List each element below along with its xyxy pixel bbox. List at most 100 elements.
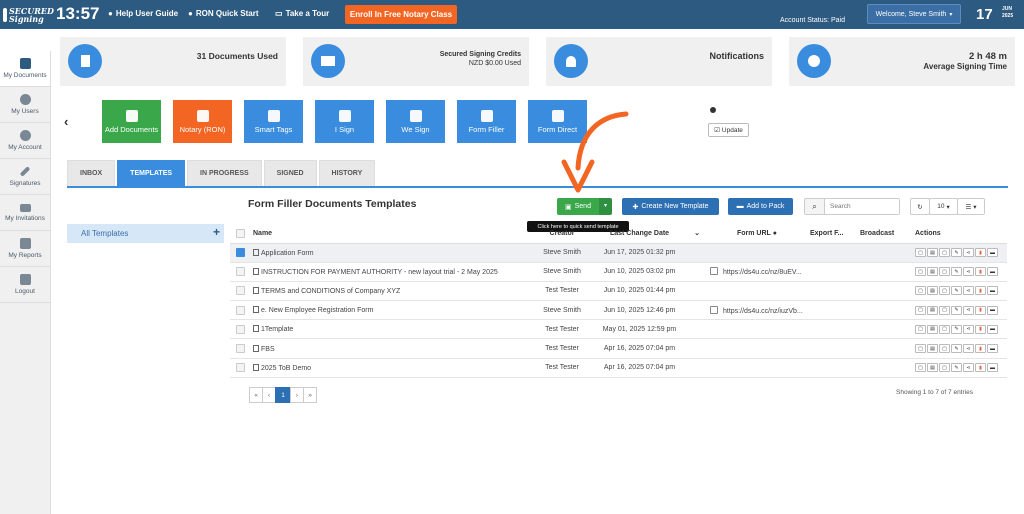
we-sign-button[interactable]: We Sign — [386, 100, 445, 143]
add-documents-button[interactable]: Add Documents — [102, 100, 161, 143]
search-input[interactable] — [825, 199, 899, 214]
template-name-cell[interactable]: e. New Employee Registration Form — [250, 300, 532, 321]
add-to-pack-button[interactable]: ▬ Add to Pack — [728, 198, 793, 215]
header-creator[interactable]: Creator — [532, 224, 592, 244]
duplicate-icon[interactable]: ▢ — [915, 344, 926, 354]
table-row[interactable]: TERMS and CONDITIONS of Company XYZ Test … — [230, 281, 1007, 302]
next-page-button[interactable]: › — [290, 387, 304, 403]
documents-icon[interactable]: ▤ — [927, 267, 938, 277]
tab-in-progress[interactable]: IN PROGRESS — [187, 160, 262, 186]
table-row[interactable]: 1Template Test Tester May 01, 2025 12:59 p… — [230, 319, 1007, 340]
refresh-button[interactable]: ↻ — [910, 198, 930, 215]
folder-icon[interactable]: ▬ — [987, 248, 998, 258]
welcome-user-menu[interactable]: Welcome, Steve Smith ▾ — [867, 4, 961, 24]
template-name-cell[interactable]: INSTRUCTION FOR PAYMENT AUTHORITY - new … — [250, 262, 532, 282]
form-url-link[interactable]: https://ds4u.cc/nz/iuzVb... — [723, 308, 803, 315]
share-icon[interactable]: ⋖ — [963, 324, 974, 334]
app-logo[interactable]: SECURED Signing — [3, 3, 54, 27]
documents-icon[interactable]: ▤ — [927, 363, 938, 373]
duplicate-icon[interactable]: ▢ — [915, 267, 926, 277]
ron-quick-start-link[interactable]: ● RON Quick Start — [188, 9, 259, 18]
copy-icon[interactable]: ▢ — [939, 286, 950, 296]
trash-icon[interactable]: ▮ — [975, 286, 986, 296]
edit-icon[interactable]: ✎ — [951, 248, 962, 258]
table-row[interactable]: 2025 ToB Demo Test Tester Apr 16, 2025 07:… — [230, 358, 1007, 378]
all-templates-item[interactable]: All Templates + — [67, 224, 224, 243]
select-all-checkbox[interactable] — [236, 228, 245, 238]
share-icon[interactable]: ⋖ — [963, 305, 974, 315]
folder-icon[interactable]: ▬ — [987, 363, 998, 373]
table-row[interactable]: Application Form Steve Smith Jun 17, 2025 … — [230, 243, 1007, 263]
row-checkbox[interactable] — [236, 344, 245, 354]
row-checkbox[interactable] — [236, 248, 245, 258]
sidebar-item-logout[interactable]: Logout — [0, 267, 50, 303]
search-icon[interactable]: ⌕ — [805, 199, 825, 214]
folder-icon[interactable]: ▬ — [987, 305, 998, 315]
documents-icon[interactable]: ▤ — [927, 286, 938, 296]
template-name-cell[interactable]: 1Template — [250, 319, 532, 340]
copy-icon[interactable]: ▢ — [939, 363, 950, 373]
share-icon[interactable]: ⋖ — [963, 248, 974, 258]
share-icon[interactable]: ⋖ — [963, 344, 974, 354]
copy-icon[interactable]: ▢ — [939, 305, 950, 315]
update-button[interactable]: ☑ Update — [708, 123, 749, 137]
template-name-cell[interactable]: Application Form — [250, 243, 532, 263]
form-filler-button[interactable]: Form Filler — [457, 100, 516, 143]
trash-icon[interactable]: ▮ — [975, 248, 986, 258]
folder-icon[interactable]: ▬ — [987, 267, 998, 277]
plus-icon[interactable]: + — [213, 225, 220, 239]
sidebar-item-my-users[interactable]: My Users — [0, 87, 50, 123]
sidebar-item-my-documents[interactable]: My Documents — [0, 51, 50, 87]
documents-icon[interactable]: ▤ — [927, 324, 938, 334]
table-row[interactable]: INSTRUCTION FOR PAYMENT AUTHORITY - new … — [230, 262, 1007, 282]
take-a-tour-link[interactable]: ▭ Take a Tour — [275, 9, 329, 18]
folder-icon[interactable]: ▬ — [987, 344, 998, 354]
share-icon[interactable]: ⋖ — [963, 363, 974, 373]
edit-icon[interactable]: ✎ — [951, 363, 962, 373]
enroll-notary-class-button[interactable]: Enroll In Free Notary Class — [345, 5, 457, 24]
copy-icon[interactable] — [710, 305, 718, 314]
folder-icon[interactable]: ▬ — [987, 286, 998, 296]
header-last-change-date[interactable]: Last Change Date — [592, 224, 687, 244]
last-page-button[interactable]: » — [303, 387, 317, 403]
row-checkbox[interactable] — [236, 267, 245, 277]
trash-icon[interactable]: ▮ — [975, 363, 986, 373]
columns-toggle-button[interactable]: ☰ ▾ — [957, 198, 985, 215]
smart-tags-button[interactable]: Smart Tags — [244, 100, 303, 143]
copy-icon[interactable] — [710, 267, 718, 276]
copy-icon[interactable]: ▢ — [939, 324, 950, 334]
trash-icon[interactable]: ▮ — [975, 344, 986, 354]
sidebar-item-my-invitations[interactable]: My Invitations — [0, 195, 50, 231]
notifications-card[interactable]: Notifications — [546, 37, 772, 86]
info-icon[interactable] — [710, 107, 716, 113]
prev-page-button[interactable]: ‹ — [262, 387, 276, 403]
copy-icon[interactable]: ▢ — [939, 344, 950, 354]
template-name-cell[interactable]: 2025 ToB Demo — [250, 358, 532, 378]
sidebar-item-signatures[interactable]: Signatures — [0, 159, 50, 195]
share-icon[interactable]: ⋖ — [963, 267, 974, 277]
sidebar-item-my-account[interactable]: My Account — [0, 123, 50, 159]
template-name-cell[interactable]: FBS — [250, 338, 532, 359]
trash-icon[interactable]: ▮ — [975, 267, 986, 277]
back-chevron-icon[interactable]: ‹ — [64, 114, 68, 129]
edit-icon[interactable]: ✎ — [951, 267, 962, 277]
edit-icon[interactable]: ✎ — [951, 324, 962, 334]
duplicate-icon[interactable]: ▢ — [915, 324, 926, 334]
header-name[interactable]: Name — [250, 224, 532, 244]
share-icon[interactable]: ⋖ — [963, 286, 974, 296]
row-checkbox[interactable] — [236, 363, 245, 373]
documents-icon[interactable]: ▤ — [927, 305, 938, 315]
sort-chevron-icon[interactable]: ⌄ — [687, 224, 707, 244]
duplicate-icon[interactable]: ▢ — [915, 363, 926, 373]
template-name-cell[interactable]: TERMS and CONDITIONS of Company XYZ — [250, 281, 532, 302]
tab-inbox[interactable]: INBOX — [67, 160, 116, 186]
sidebar-item-my-reports[interactable]: My Reports — [0, 231, 50, 267]
edit-icon[interactable]: ✎ — [951, 305, 962, 315]
table-row[interactable]: FBS Test Tester Apr 16, 2025 07:04 pm ▢ ▤ ▢ ✎ ⋖… — [230, 338, 1007, 359]
info-icon[interactable]: ● — [773, 230, 777, 237]
folder-icon[interactable]: ▬ — [987, 324, 998, 334]
first-page-button[interactable]: « — [249, 387, 263, 403]
tab-history[interactable]: HISTORY — [318, 160, 376, 186]
documents-icon[interactable]: ▤ — [927, 344, 938, 354]
copy-icon[interactable]: ▢ — [939, 248, 950, 258]
